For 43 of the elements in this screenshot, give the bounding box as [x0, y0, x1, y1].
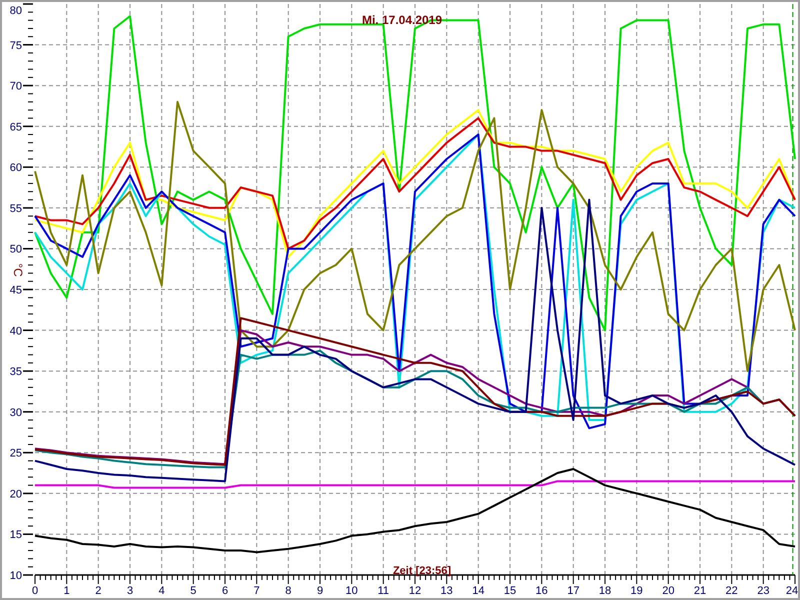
x-tick-label: 11: [378, 585, 390, 597]
x-tick-label: 4: [158, 585, 165, 597]
y-tick-label: 20: [10, 488, 22, 500]
x-tick-label: 8: [285, 585, 292, 597]
y-tick-label: 35: [10, 366, 22, 378]
x-tick-label: 24: [786, 585, 798, 597]
x-tick-label: 9: [316, 585, 324, 597]
x-tick-label: 12: [408, 585, 422, 597]
y-tick-label: 15: [10, 529, 22, 542]
x-tick-label: 20: [662, 585, 674, 597]
x-tick-label: 1: [64, 585, 70, 597]
y-tick-label: 75: [10, 40, 22, 52]
x-tick-label: 18: [598, 585, 612, 597]
y-tick-label: 60: [10, 162, 22, 174]
y-tick-label: 65: [10, 121, 22, 134]
x-tick-label: 13: [440, 585, 453, 597]
x-tick-label: 0: [32, 585, 38, 597]
x-tick-label: 6: [222, 585, 228, 597]
x-tick-label: 19: [630, 585, 643, 597]
x-tick-label: 14: [472, 585, 484, 597]
x-tick-label: 3: [126, 585, 134, 597]
x-tick-label: 21: [694, 585, 706, 597]
y-axis-title: °C: [11, 263, 25, 277]
y-tick-label: 25: [10, 448, 22, 460]
y-tick-label: 55: [10, 202, 22, 215]
y-tick-label: 50: [10, 244, 22, 256]
x-tick-label: 5: [190, 585, 196, 597]
x-tick-label: 10: [346, 585, 358, 597]
y-tick-label: 70: [10, 80, 22, 93]
x-tick-label: 16: [536, 585, 548, 597]
x-tick-label: 2: [95, 585, 102, 597]
x-tick-label: 22: [726, 585, 738, 597]
y-tick-label: 40: [10, 325, 22, 338]
y-tick-label: 10: [10, 570, 22, 582]
y-tick-label: 80: [10, 5, 22, 17]
x-axis-title: Zeit [23:56]: [392, 565, 452, 577]
y-tick-label: 30: [10, 406, 22, 419]
x-tick-label: 23: [757, 585, 770, 597]
x-tick-label: 15: [504, 585, 516, 597]
x-tick-label: 17: [567, 585, 580, 597]
x-tick-label: 7: [254, 585, 260, 597]
chart-title: Mi. 17.04.2019: [362, 13, 442, 27]
y-tick-label: 45: [10, 284, 22, 296]
